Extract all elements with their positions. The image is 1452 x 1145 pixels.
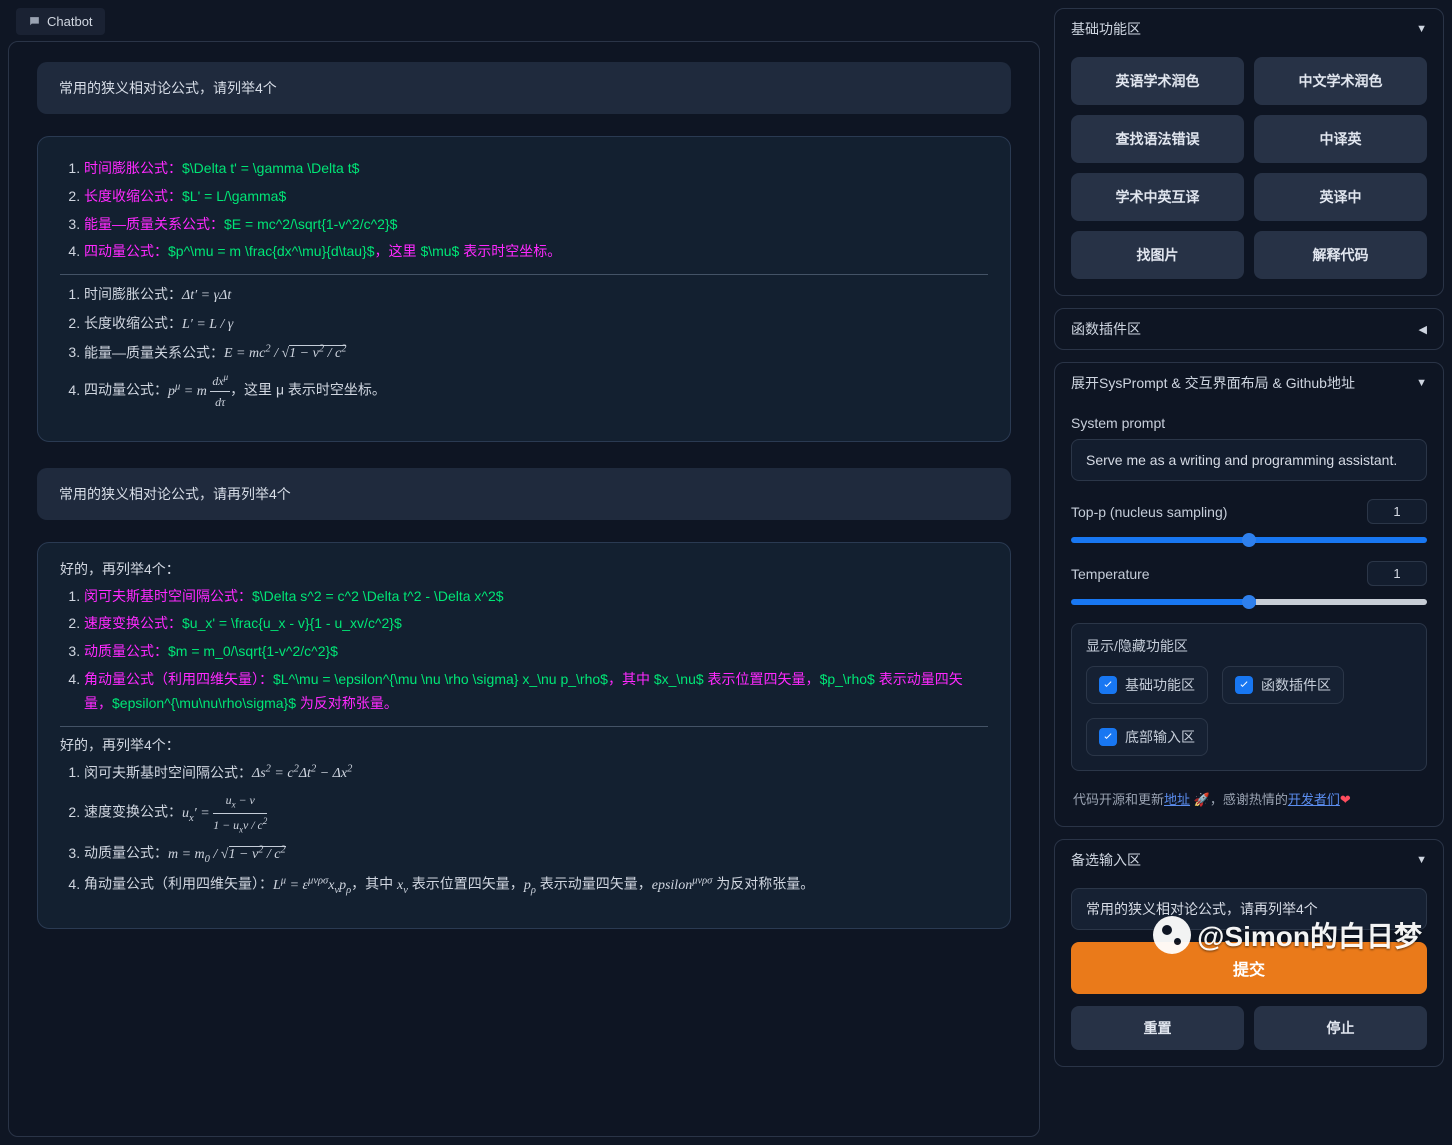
topp-value: 1 <box>1367 499 1427 524</box>
tool-button[interactable]: 查找语法错误 <box>1071 115 1244 163</box>
topp-label: Top-p (nucleus sampling) <box>1071 504 1227 520</box>
alt-input-panel: 备选输入区 ▼ 提交 重置 停止 <box>1054 839 1444 1067</box>
chevron-down-icon: ▼ <box>1416 23 1427 35</box>
user-text: 常用的狭义相对论公式，请再列举4个 <box>59 486 291 502</box>
devs-link[interactable]: 开发者们 <box>1288 792 1340 807</box>
chat-scroll[interactable]: 常用的狭义相对论公式，请列举4个 时间膨胀公式：$\Delta t' = \ga… <box>8 41 1040 1137</box>
submit-button[interactable]: 提交 <box>1071 942 1427 994</box>
bot-message: 好的，再列举4个： 闵可夫斯基时空间隔公式：$\Delta s^2 = c^2 … <box>37 542 1011 929</box>
check-plugin[interactable]: 函数插件区 <box>1222 666 1344 704</box>
tool-button[interactable]: 英语学术润色 <box>1071 57 1244 105</box>
plugin-panel-head[interactable]: 函数插件区 ◀ <box>1055 309 1443 349</box>
temp-slider[interactable] <box>1071 599 1427 605</box>
user-message: 常用的狭义相对论公式，请列举4个 <box>37 62 1011 114</box>
chevron-down-icon: ▼ <box>1416 854 1427 866</box>
panel-title: 基础功能区 <box>1071 19 1141 39</box>
hide-title: 显示/隐藏功能区 <box>1086 636 1412 656</box>
basic-panel: 基础功能区 ▼ 英语学术润色 中文学术润色 查找语法错误 中译英 学术中英互译 … <box>1054 8 1444 296</box>
credit-line: 代码开源和更新地址 🚀，感谢热情的开发者们❤ <box>1071 785 1427 810</box>
tool-button[interactable]: 英译中 <box>1254 173 1427 221</box>
basic-panel-head[interactable]: 基础功能区 ▼ <box>1055 9 1443 49</box>
tab-label: Chatbot <box>47 14 93 29</box>
tool-button[interactable]: 解释代码 <box>1254 231 1427 279</box>
tool-button[interactable]: 中文学术润色 <box>1254 57 1427 105</box>
topp-slider[interactable] <box>1071 537 1427 543</box>
alt-input-panel-head[interactable]: 备选输入区 ▼ <box>1055 840 1443 880</box>
chevron-down-icon: ▼ <box>1416 377 1427 389</box>
alt-input[interactable] <box>1071 888 1427 930</box>
chat-tab[interactable]: Chatbot <box>16 8 105 35</box>
repo-link[interactable]: 地址 <box>1164 792 1190 807</box>
sysprompt-panel: 展开SysPrompt & 交互界面布局 & Github地址 ▼ System… <box>1054 362 1444 827</box>
user-text: 常用的狭义相对论公式，请列举4个 <box>59 80 277 96</box>
tool-button[interactable]: 找图片 <box>1071 231 1244 279</box>
panel-title: 展开SysPrompt & 交互界面布局 & Github地址 <box>1071 373 1355 393</box>
bot-message: 时间膨胀公式：$\Delta t' = \gamma \Delta t$ 长度收… <box>37 136 1011 442</box>
heart-icon: ❤ <box>1340 792 1351 807</box>
reset-button[interactable]: 重置 <box>1071 1006 1244 1050</box>
panel-title: 备选输入区 <box>1071 850 1141 870</box>
panel-title: 函数插件区 <box>1071 319 1141 339</box>
chevron-left-icon: ◀ <box>1419 323 1427 336</box>
system-prompt-value[interactable]: Serve me as a writing and programming as… <box>1071 439 1427 481</box>
check-bottom-input[interactable]: 底部输入区 <box>1086 718 1208 756</box>
tool-button[interactable]: 学术中英互译 <box>1071 173 1244 221</box>
temp-value: 1 <box>1367 561 1427 586</box>
sysprompt-panel-head[interactable]: 展开SysPrompt & 交互界面布局 & Github地址 ▼ <box>1055 363 1443 403</box>
stop-button[interactable]: 停止 <box>1254 1006 1427 1050</box>
temp-label: Temperature <box>1071 566 1150 582</box>
tool-button[interactable]: 中译英 <box>1254 115 1427 163</box>
user-message: 常用的狭义相对论公式，请再列举4个 <box>37 468 1011 520</box>
system-prompt-label: System prompt <box>1071 415 1427 431</box>
plugin-panel: 函数插件区 ◀ <box>1054 308 1444 350</box>
check-basic[interactable]: 基础功能区 <box>1086 666 1208 704</box>
chat-icon <box>28 15 41 28</box>
